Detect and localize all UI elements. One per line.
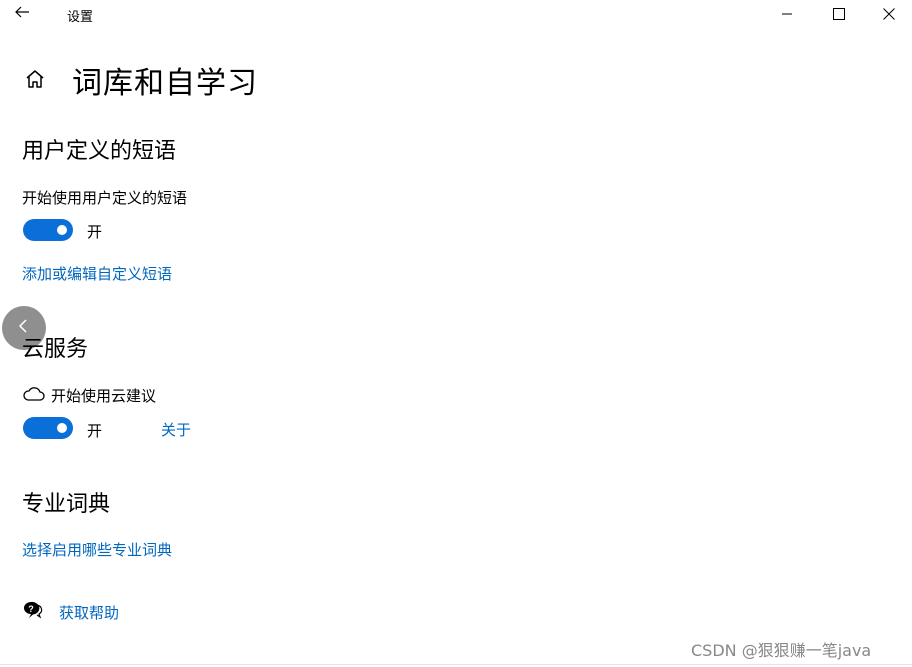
minimize-button[interactable] xyxy=(764,0,810,28)
titlebar: 设置 xyxy=(0,0,912,28)
csdn-watermark: CSDN @狠狠赚一笔java xyxy=(691,641,872,660)
maximize-icon xyxy=(833,5,845,24)
maximize-button[interactable] xyxy=(816,0,862,28)
bottom-divider xyxy=(0,664,912,665)
toggle-knob xyxy=(57,225,67,235)
minimize-icon xyxy=(781,5,793,24)
edit-custom-phrases-link[interactable]: 添加或编辑自定义短语 xyxy=(22,263,172,284)
user-phrases-toggle-label: 开始使用用户定义的短语 xyxy=(22,189,188,207)
page-title: 词库和自学习 xyxy=(72,66,258,101)
help-chat-icon: ? xyxy=(22,600,44,624)
home-icon[interactable] xyxy=(24,68,46,94)
close-button[interactable] xyxy=(866,0,912,28)
section-title-user-phrases: 用户定义的短语 xyxy=(22,139,177,164)
toggle-knob xyxy=(57,423,67,433)
cloud-toggle-label: 开始使用云建议 xyxy=(51,387,157,405)
section-title-dictionaries: 专业词典 xyxy=(22,492,111,517)
user-phrases-toggle-state: 开 xyxy=(87,223,103,241)
choose-dictionaries-link[interactable]: 选择启用哪些专业词典 xyxy=(22,539,172,560)
svg-text:?: ? xyxy=(28,604,34,614)
cloud-icon xyxy=(22,386,46,406)
get-help-link[interactable]: 获取帮助 xyxy=(59,602,119,623)
back-arrow-icon xyxy=(14,4,30,24)
user-phrases-toggle[interactable] xyxy=(23,219,73,241)
cloud-about-link[interactable]: 关于 xyxy=(161,419,191,440)
cloud-toggle[interactable] xyxy=(23,417,73,439)
close-icon xyxy=(883,5,895,24)
section-title-cloud: 云服务 xyxy=(22,337,89,362)
back-button[interactable] xyxy=(0,0,44,28)
cloud-toggle-state: 开 xyxy=(87,422,103,440)
window-title: 设置 xyxy=(67,10,94,25)
